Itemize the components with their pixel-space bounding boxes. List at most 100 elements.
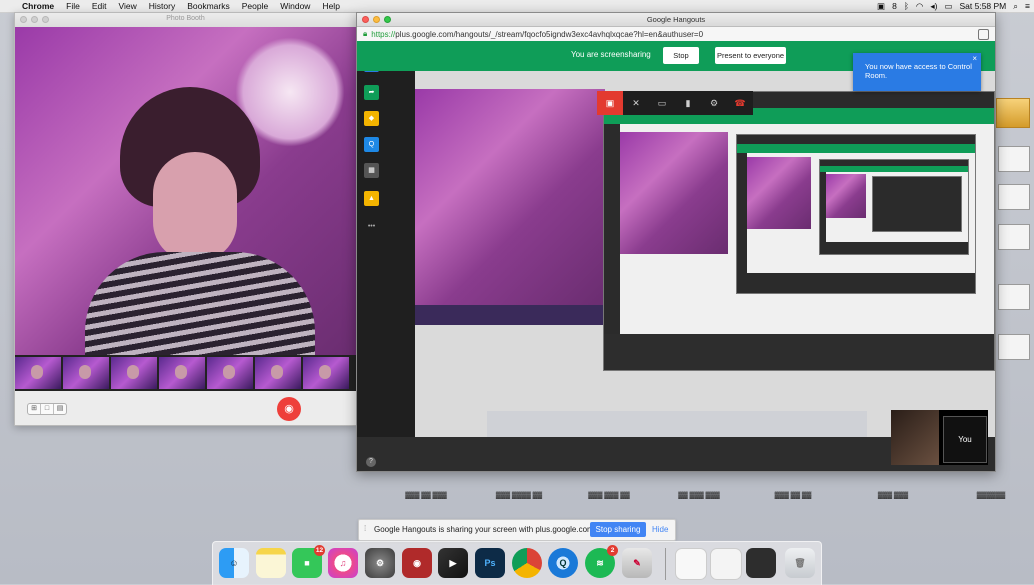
nested-stage bbox=[620, 124, 994, 334]
screenshare-message: You are screensharing bbox=[571, 50, 651, 59]
present-to-everyone-button[interactable]: Present to everyone bbox=[715, 47, 786, 64]
desktop-drive-icon[interactable] bbox=[996, 98, 1030, 128]
itunes-icon[interactable]: ♫ bbox=[328, 548, 358, 578]
spotify-badge: 2 bbox=[607, 545, 618, 556]
extension-icon[interactable] bbox=[978, 29, 989, 40]
chrome-titlebar[interactable]: Google Hangouts bbox=[357, 13, 995, 27]
close-notification-icon[interactable]: × bbox=[972, 54, 977, 63]
menu-file[interactable]: File bbox=[60, 0, 86, 12]
menu-bookmarks[interactable]: Bookmarks bbox=[181, 0, 236, 12]
participant-video[interactable] bbox=[891, 410, 939, 465]
thumbnail[interactable] bbox=[303, 357, 349, 389]
photo-booth-title: Photo Booth bbox=[166, 15, 205, 22]
desktop-file-icon[interactable] bbox=[998, 224, 1030, 250]
dock-separator bbox=[665, 548, 666, 580]
stop-sharing-button[interactable]: Stop sharing bbox=[590, 522, 646, 537]
finder-icon[interactable]: ☺ bbox=[219, 548, 249, 578]
url-text[interactable]: https://plus.google.com/hangouts/_/strea… bbox=[371, 30, 703, 39]
drag-handle-icon[interactable]: ⁞ bbox=[364, 524, 366, 533]
desktop-file-label[interactable]: ▓▓▓ ▓▓▓ ▓▓ bbox=[578, 492, 640, 499]
menu-window[interactable]: Window bbox=[274, 0, 316, 12]
status-badge-count: 8 bbox=[892, 1, 897, 11]
settings-gear-icon[interactable]: ⚙ bbox=[701, 91, 727, 115]
nested-sidebar bbox=[387, 71, 415, 438]
quicktime-icon[interactable]: Q bbox=[548, 548, 578, 578]
search-icon[interactable]: ⌕ bbox=[1013, 0, 1018, 12]
wifi-icon[interactable]: ◠ bbox=[916, 0, 923, 12]
menu-view[interactable]: View bbox=[112, 0, 142, 12]
window-minimized-icon[interactable] bbox=[746, 548, 776, 578]
grid-view-icon[interactable]: ⊞ bbox=[28, 404, 41, 414]
self-view-tile[interactable]: You bbox=[943, 416, 987, 463]
photo-booth-icon[interactable]: ◉ bbox=[402, 548, 432, 578]
preview-icon[interactable]: ✎ bbox=[622, 548, 652, 578]
facetime-icon[interactable]: ■ 12 bbox=[292, 545, 325, 578]
hide-link[interactable]: Hide bbox=[652, 525, 668, 534]
nested-chrome-window-3 bbox=[819, 159, 969, 255]
address-bar[interactable]: 🔒︎ https://plus.google.com/hangouts/_/st… bbox=[357, 27, 995, 42]
chrome-icon[interactable] bbox=[512, 548, 542, 578]
bandwidth-icon[interactable]: ▮ bbox=[675, 91, 701, 115]
help-icon[interactable]: ? bbox=[366, 457, 376, 467]
camera-icon: ◉ bbox=[284, 403, 294, 415]
document-stack-icon[interactable] bbox=[675, 548, 707, 580]
qa-icon[interactable]: Q bbox=[364, 137, 379, 152]
view-mode-selector: ⊞ □ ▤ bbox=[27, 403, 67, 415]
trash-icon[interactable]: 🗑︎ bbox=[785, 548, 815, 578]
shared-screen-view bbox=[387, 71, 995, 438]
desktop-file-icon[interactable] bbox=[998, 334, 1030, 360]
photo-booth-titlebar[interactable]: Photo Booth bbox=[15, 13, 356, 28]
clock[interactable]: Sat 5:58 PM bbox=[959, 0, 1006, 12]
document-stack-icon[interactable] bbox=[710, 548, 742, 580]
photos-icon[interactable]: ▲ bbox=[364, 191, 379, 206]
nested-photo-4 bbox=[826, 174, 866, 218]
desktop-file-label[interactable]: ▓▓▓ ▓▓ ▓▓▓ bbox=[395, 492, 457, 499]
status-badge-icon[interactable]: ▣ bbox=[877, 0, 885, 12]
thumbnail[interactable] bbox=[255, 357, 301, 389]
control-room-icon[interactable]: ▦ bbox=[364, 163, 379, 178]
notes-icon[interactable] bbox=[256, 548, 286, 578]
bluetooth-icon[interactable]: ᛒ bbox=[904, 0, 909, 12]
end-call-icon[interactable]: ☎ bbox=[727, 91, 753, 115]
menu-history[interactable]: History bbox=[143, 0, 181, 12]
mute-mic-icon[interactable]: ✕ bbox=[623, 91, 649, 115]
desktop-file-icon[interactable] bbox=[998, 284, 1030, 310]
thumbnail[interactable] bbox=[63, 357, 109, 389]
desktop-file-label[interactable]: ▓▓▓ ▓▓▓ bbox=[862, 492, 924, 499]
thumbnail[interactable] bbox=[111, 357, 157, 389]
volume-icon[interactable]: ◂) bbox=[930, 0, 937, 12]
menu-help[interactable]: Help bbox=[316, 0, 345, 12]
single-view-icon[interactable]: □ bbox=[41, 404, 54, 414]
desktop-file-icon[interactable] bbox=[998, 146, 1030, 172]
screenshare-toggle-icon[interactable]: ▣ bbox=[597, 91, 623, 115]
battery-icon[interactable]: ▭ bbox=[944, 0, 952, 12]
more-apps-icon[interactable]: ••• bbox=[364, 219, 379, 234]
desktop-file-label[interactable]: ▓▓ ▓▓▓ ▓▓▓ bbox=[668, 492, 730, 499]
filmstrip-view-icon[interactable]: ▤ bbox=[54, 404, 66, 414]
desktop-file-label[interactable]: ▓▓▓ ▓▓▓▓ ▓▓ bbox=[488, 492, 550, 499]
desktop-file-label[interactable]: ▓▓▓▓▓▓ bbox=[960, 492, 1022, 499]
menu-edit[interactable]: Edit bbox=[86, 0, 113, 12]
tag-icon[interactable]: ◆ bbox=[364, 111, 379, 126]
nested-chrome-window-2 bbox=[736, 134, 976, 294]
thumbnail[interactable] bbox=[159, 357, 205, 389]
desktop-file-icon[interactable] bbox=[998, 184, 1030, 210]
desktop-file-label[interactable]: ▓▓▓ ▓▓ ▓▓ bbox=[762, 492, 824, 499]
take-photo-button[interactable]: ◉ bbox=[277, 397, 301, 421]
video-off-icon[interactable]: ▭ bbox=[649, 91, 675, 115]
thumbnail[interactable] bbox=[207, 357, 253, 389]
photoshop-icon[interactable]: Ps bbox=[475, 548, 505, 578]
menu-people[interactable]: People bbox=[236, 0, 274, 12]
stop-button[interactable]: Stop bbox=[663, 47, 699, 64]
screenshare-icon[interactable]: ➦ bbox=[364, 85, 379, 100]
final-cut-icon[interactable]: ▶ bbox=[438, 548, 468, 578]
thumbnail[interactable] bbox=[15, 357, 61, 389]
menu-app-name[interactable]: Chrome bbox=[16, 0, 60, 12]
spotify-icon[interactable]: ≋ 2 bbox=[585, 545, 618, 578]
lock-icon[interactable]: 🔒︎ bbox=[363, 29, 367, 39]
nested-stage-3 bbox=[826, 172, 968, 242]
photo-booth-controls: ⊞ □ ▤ ◉ bbox=[15, 391, 356, 425]
notification-center-icon[interactable]: ≡ bbox=[1025, 0, 1030, 12]
system-preferences-icon[interactable]: ⚙ bbox=[365, 548, 395, 578]
photo-filmstrip bbox=[15, 355, 356, 391]
